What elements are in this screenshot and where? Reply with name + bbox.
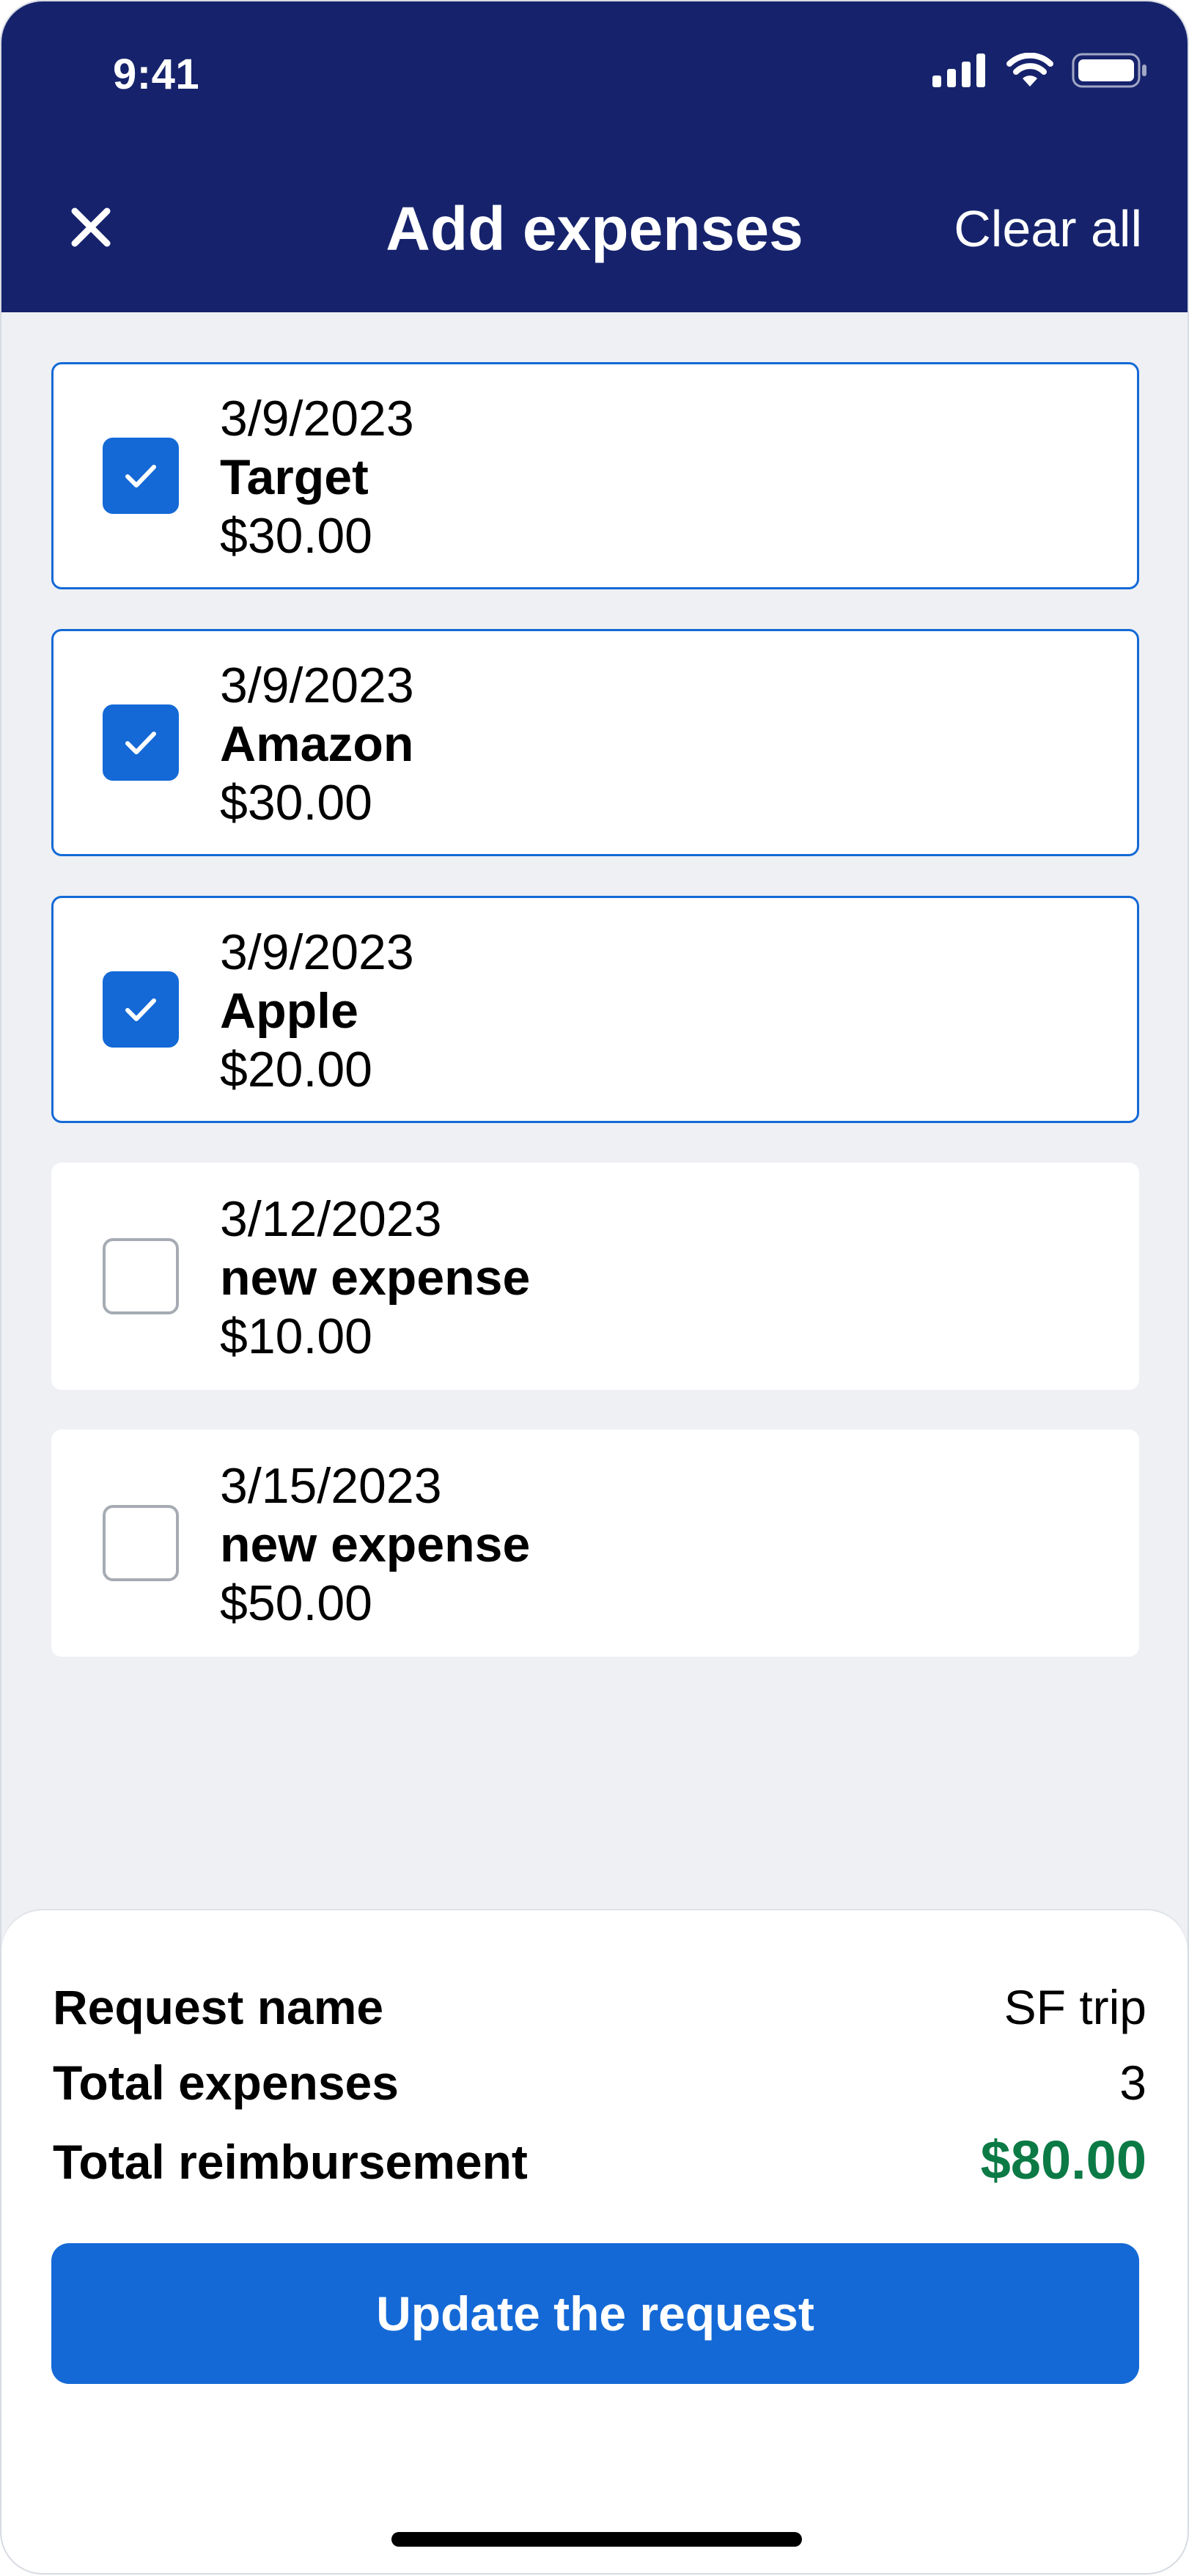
expense-details: 3/12/2023 new expense $10.00: [220, 1190, 530, 1366]
expense-checkbox[interactable]: [103, 438, 179, 514]
request-name-row: Request name SF trip: [53, 1979, 1146, 2035]
battery-icon: [1072, 53, 1146, 88]
expense-card[interactable]: 3/12/2023 new expense $10.00: [51, 1163, 1139, 1390]
expense-amount: $30.00: [220, 508, 372, 564]
expense-merchant: Target: [220, 449, 369, 505]
home-indicator: [391, 2532, 802, 2547]
checkmark-icon: [125, 732, 156, 754]
expense-merchant: Apple: [220, 983, 358, 1039]
expense-date: 3/9/2023: [220, 658, 414, 713]
expense-details: 3/9/2023 Amazon $30.00: [220, 656, 414, 832]
checkmark-icon: [125, 465, 156, 487]
cellular-signal-icon: [932, 54, 985, 87]
expense-details: 3/9/2023 Target $30.00: [220, 389, 414, 565]
close-button[interactable]: [62, 198, 120, 257]
request-summary-sheet: Request name SF trip Total expenses 3 To…: [1, 1910, 1188, 2573]
expense-checkbox[interactable]: [103, 1505, 179, 1581]
expense-date: 3/15/2023: [220, 1458, 442, 1514]
expense-card[interactable]: 3/9/2023 Amazon $30.00: [51, 629, 1139, 856]
expense-merchant: new expense: [220, 1517, 531, 1572]
expense-amount: $50.00: [220, 1575, 372, 1631]
expense-amount: $30.00: [220, 775, 372, 831]
expense-checkbox[interactable]: [103, 704, 179, 781]
expense-card[interactable]: 3/9/2023 Target $30.00: [51, 362, 1139, 589]
expense-date: 3/9/2023: [220, 391, 414, 446]
total-expenses-row: Total expenses 3: [53, 2055, 1146, 2111]
expense-card[interactable]: 3/9/2023 Apple $20.00: [51, 896, 1139, 1123]
total-reimbursement-value: $80.00: [980, 2130, 1146, 2190]
close-icon: [71, 207, 111, 247]
expense-checkbox[interactable]: [103, 971, 179, 1048]
total-reimbursement-label: Total reimbursement: [53, 2135, 528, 2189]
expense-amount: $20.00: [220, 1042, 372, 1097]
clear-all-button[interactable]: Clear all: [954, 199, 1142, 258]
total-expenses-value: 3: [1119, 2056, 1146, 2110]
expense-details: 3/15/2023 new expense $50.00: [220, 1457, 530, 1633]
expense-date: 3/12/2023: [220, 1191, 442, 1247]
expense-card[interactable]: 3/15/2023 new expense $50.00: [51, 1429, 1139, 1657]
checkmark-icon: [125, 998, 156, 1021]
request-name-value: SF trip: [1004, 1980, 1146, 2034]
expense-merchant: new expense: [220, 1250, 531, 1306]
header: 9:41 Add expenses Clear all: [1, 1, 1188, 312]
request-name-label: Request name: [53, 1980, 384, 2034]
status-icons: [932, 53, 1148, 88]
expense-list: 3/9/2023 Target $30.00 3/9/2023 Amazon $30.00…: [51, 362, 1139, 1696]
wifi-icon: [1006, 53, 1053, 87]
total-reimbursement-row: Total reimbursement $80.00: [53, 2129, 1146, 2191]
expense-checkbox[interactable]: [103, 1238, 179, 1314]
expense-date: 3/9/2023: [220, 924, 414, 980]
update-request-button[interactable]: Update the request: [51, 2243, 1139, 2384]
expense-merchant: Amazon: [220, 716, 414, 772]
status-time: 9:41: [113, 51, 200, 98]
total-expenses-label: Total expenses: [53, 2056, 399, 2110]
phone-screen: 9:41 Add expenses Clear all 3/9/2023 Tar…: [1, 1, 1188, 2573]
expense-amount: $10.00: [220, 1309, 372, 1364]
expense-details: 3/9/2023 Apple $20.00: [220, 923, 414, 1099]
